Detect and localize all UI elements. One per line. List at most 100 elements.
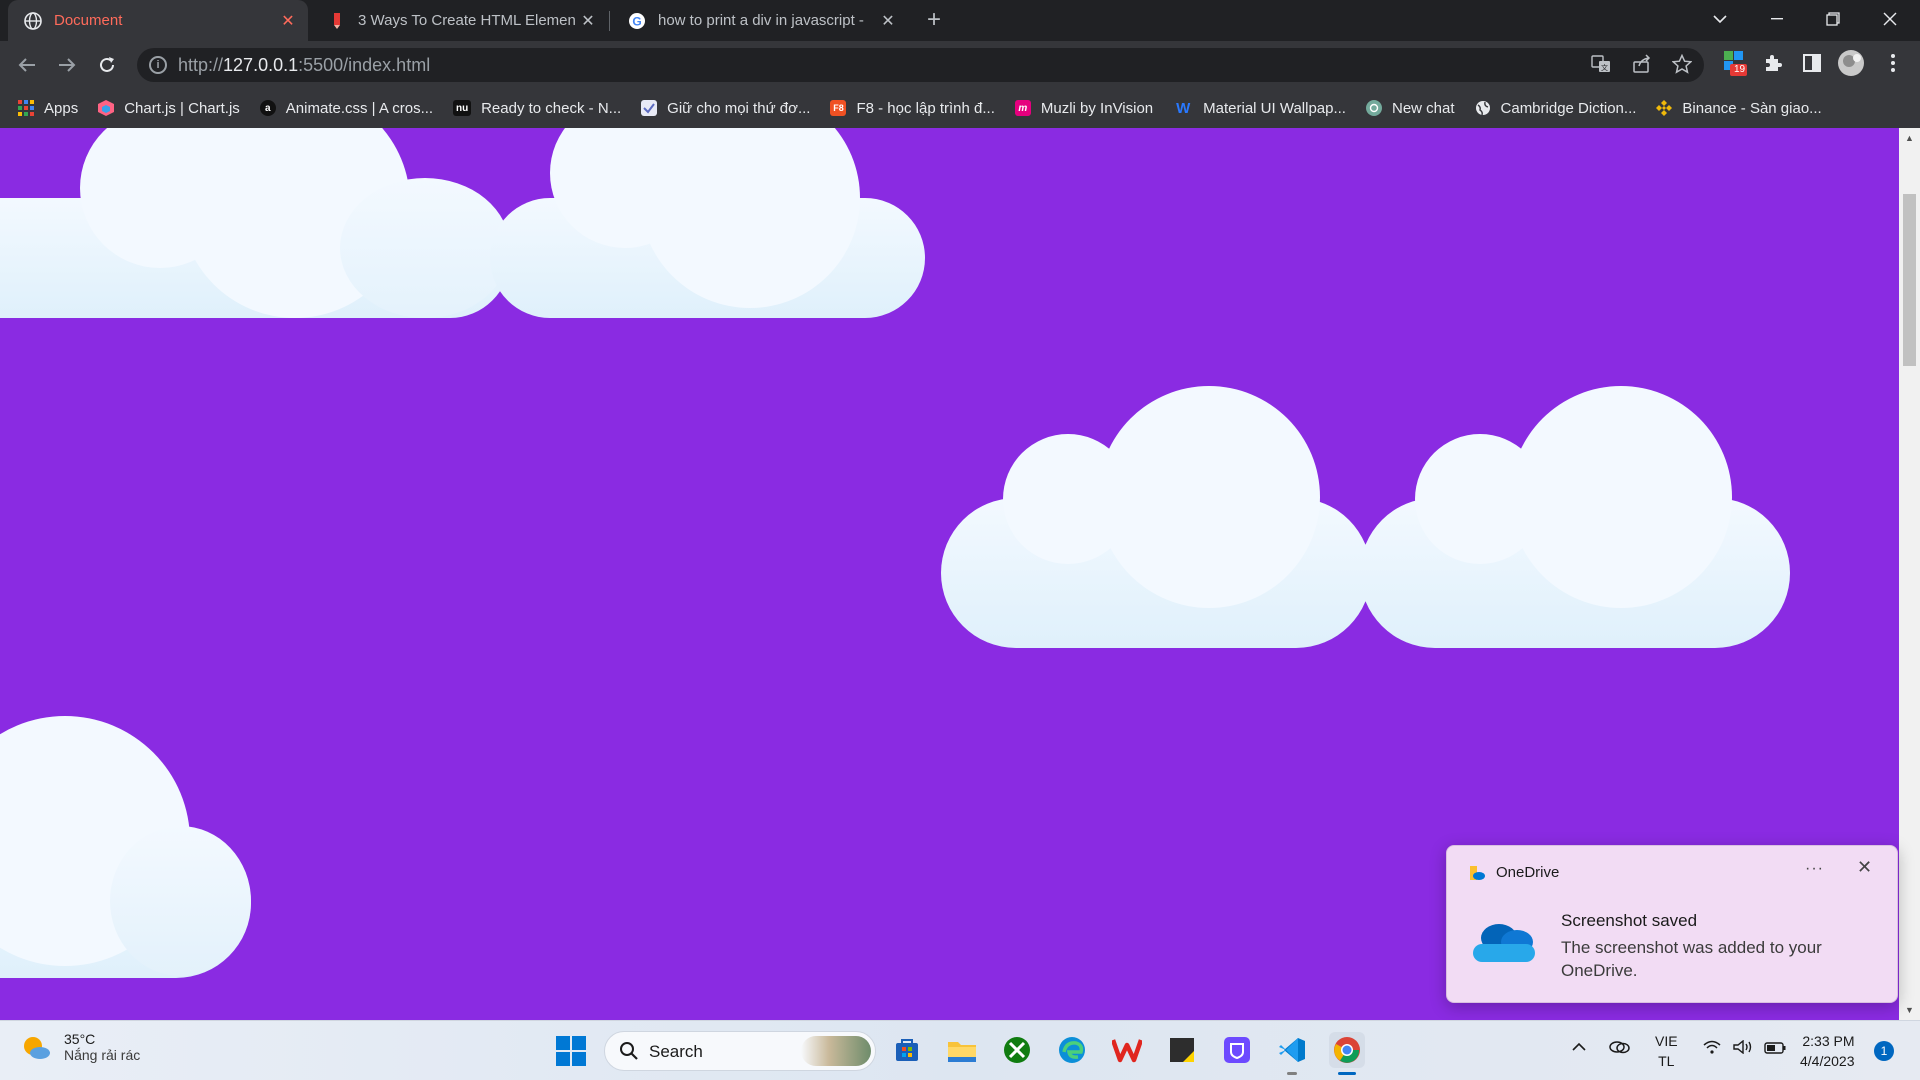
globe-icon (1475, 100, 1491, 116)
bookmark-ready-to-check[interactable]: nu Ready to check - N... (453, 100, 621, 117)
bookmark-binance[interactable]: Binance - Sàn giao... (1656, 99, 1822, 117)
new-tab-button[interactable]: + (920, 6, 948, 34)
keyboard-layout: TL (1658, 1053, 1675, 1069)
weather-widget[interactable]: 35°C Nắng rải rác (20, 1031, 140, 1063)
search-icon (620, 1042, 638, 1060)
close-window-button[interactable] (1862, 0, 1918, 38)
google-icon: G (628, 12, 646, 30)
onedrive-small-icon (1470, 866, 1485, 880)
input-language-indicator[interactable]: VIE TL (1655, 1031, 1678, 1071)
edge-icon[interactable] (1054, 1032, 1090, 1068)
clock-date: 4/4/2023 (1800, 1053, 1855, 1069)
translate-icon[interactable]: 文 (1590, 54, 1612, 76)
tab-search-chevron-icon[interactable] (1692, 0, 1748, 38)
ms-todo-icon (641, 100, 658, 116)
globe-icon (24, 11, 42, 30)
bookmark-material-ui[interactable]: W Material UI Wallpap... (1173, 100, 1346, 117)
tab-html-element[interactable]: 3 Ways To Create HTML Element ✕ (312, 0, 608, 41)
forward-button[interactable] (51, 49, 83, 81)
tab-document[interactable]: Document ✕ (8, 0, 308, 41)
address-bar[interactable]: i http://127.0.0.1:5500/index.html 文 (137, 48, 1704, 82)
bookmark-label: Chart.js | Chart.js (124, 99, 240, 117)
wps-office-icon[interactable] (1109, 1032, 1145, 1068)
language-code: VIE (1655, 1033, 1678, 1049)
notification-message: The screenshot was added to your OneDriv… (1561, 938, 1822, 980)
extension-badge-icon[interactable]: 19 (1720, 48, 1750, 78)
notification-app-name: OneDrive (1496, 864, 1560, 881)
openai-icon (1365, 100, 1382, 116)
windows-start-button[interactable] (556, 1036, 586, 1066)
bookmark-cambridge[interactable]: Cambridge Diction... (1475, 99, 1637, 117)
proton-vpn-icon[interactable] (1219, 1032, 1255, 1068)
weather-temperature: 35°C (64, 1031, 96, 1047)
volume-icon[interactable] (1733, 1039, 1753, 1058)
xbox-icon[interactable] (999, 1032, 1035, 1068)
bookmark-label: Muzli by InVision (1040, 99, 1154, 117)
minimize-button[interactable] (1749, 0, 1805, 38)
chartjs-icon (98, 100, 115, 116)
bookmark-label: Binance - Sàn giao... (1682, 99, 1822, 117)
onedrive-cloud-icon (1473, 924, 1535, 962)
bookmark-apps[interactable]: Apps (18, 100, 78, 117)
chrome-menu-icon[interactable] (1878, 48, 1908, 78)
bookmark-chartjs[interactable]: Chart.js | Chart.js (98, 100, 240, 117)
bookmark-star-icon[interactable] (1671, 53, 1693, 76)
taskbar-search-box[interactable]: Search (604, 1031, 876, 1071)
bookmarks-bar: Apps Chart.js | Chart.js a Animate.css |… (0, 88, 1920, 128)
weather-condition: Nắng rải rác (64, 1047, 141, 1063)
bookmark-animate[interactable]: a Animate.css | A cros... (259, 100, 433, 117)
muzli-icon: m (1014, 100, 1031, 116)
back-button[interactable] (11, 49, 43, 81)
notification-count-badge[interactable]: 1 (1874, 1041, 1894, 1061)
bookmark-label: New chat (1391, 99, 1455, 117)
tab-title: 3 Ways To Create HTML Element (358, 12, 576, 29)
bookmark-label: F8 - học lập trình đ... (856, 99, 995, 117)
windows-taskbar: 35°C Nắng rải rác Search VIE TL 2:33 PM … (0, 1020, 1920, 1080)
ms-store-icon[interactable] (889, 1032, 925, 1068)
profile-avatar[interactable] (1836, 48, 1866, 78)
chrome-icon[interactable] (1329, 1032, 1365, 1068)
tab-title: Document (54, 12, 123, 29)
bookmark-muzli[interactable]: m Muzli by InVision (1014, 99, 1154, 117)
tab-close-icon[interactable]: ✕ (576, 11, 600, 31)
reload-button[interactable] (91, 49, 123, 81)
site-info-icon[interactable]: i (149, 56, 167, 74)
tab-close-icon[interactable]: ✕ (276, 11, 300, 31)
tab-separator (609, 11, 610, 31)
more-options-icon[interactable]: ··· (1805, 860, 1824, 878)
cloud (0, 128, 510, 318)
binance-icon (1656, 100, 1673, 116)
scroll-down-arrow-icon[interactable]: ▼ (1899, 1002, 1920, 1018)
url-text[interactable]: http://127.0.0.1:5500/index.html (178, 55, 430, 76)
search-label: Search (649, 1042, 703, 1061)
bookmark-label: Giữ cho mọi thứ đơ... (667, 99, 811, 117)
tab-close-icon[interactable]: ✕ (876, 11, 900, 31)
bookmark-label: Cambridge Diction... (1500, 99, 1637, 117)
scroll-up-arrow-icon[interactable]: ▲ (1899, 130, 1920, 146)
vscode-icon[interactable] (1274, 1032, 1310, 1068)
sticky-notes-icon[interactable] (1164, 1032, 1200, 1068)
tab-google-search[interactable]: G how to print a div in javascript - ✕ (612, 0, 908, 41)
wifi-icon[interactable] (1703, 1040, 1721, 1058)
scrollbar-thumb[interactable] (1903, 194, 1916, 366)
svg-text:文: 文 (1601, 63, 1608, 72)
onedrive-tray-icon[interactable] (1608, 1038, 1630, 1058)
show-hidden-icons-chevron[interactable] (1572, 1039, 1586, 1056)
file-explorer-icon[interactable] (944, 1032, 980, 1068)
onedrive-notification[interactable]: OneDrive ··· ✕ Screenshot saved The scre… (1446, 845, 1898, 1003)
bookmark-label: Material UI Wallpap... (1203, 99, 1346, 117)
nu-icon: nu (453, 100, 472, 116)
f8-icon: F8 (830, 100, 847, 116)
extensions-puzzle-icon[interactable] (1758, 48, 1788, 78)
bookmark-ms-todo[interactable]: Giữ cho mọi thứ đơ... (641, 100, 810, 117)
svg-text:G: G (632, 14, 641, 28)
share-icon[interactable] (1631, 54, 1653, 76)
system-clock[interactable]: 2:33 PM 4/4/2023 (1800, 1031, 1855, 1071)
bookmark-f8[interactable]: F8 F8 - học lập trình đ... (830, 99, 995, 117)
bookmark-new-chat[interactable]: New chat (1365, 99, 1455, 117)
restore-button[interactable] (1805, 0, 1861, 38)
side-panel-icon[interactable] (1797, 48, 1827, 78)
battery-icon[interactable] (1764, 1041, 1786, 1058)
close-icon[interactable]: ✕ (1857, 857, 1872, 878)
vertical-scrollbar[interactable]: ▲ ▼ (1899, 128, 1920, 1020)
